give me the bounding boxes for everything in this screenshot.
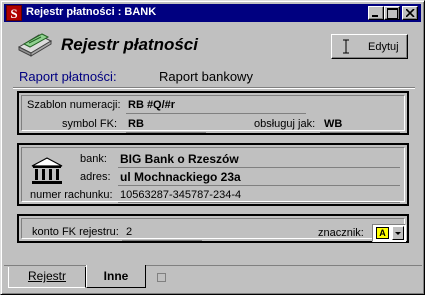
numbering-group: Szablon numeracji: RB #Q/#r symbol FK: R… — [17, 91, 409, 135]
edit-button[interactable]: Edytuj — [331, 34, 408, 59]
fk-symbol-field[interactable]: RB — [128, 118, 144, 130]
tab-inne-label: Inne — [103, 269, 129, 283]
fk-account-field[interactable]: 2 — [126, 226, 132, 238]
marker-select[interactable]: A — [372, 224, 406, 242]
window: S Rejestr płatności : BANK Rejestr płatn… — [0, 0, 425, 295]
fk-account-group: konto FK rejestru: 2 znacznik: A — [17, 214, 409, 243]
edit-button-label: Edytuj — [368, 41, 399, 53]
tab-scroll-icon[interactable] — [157, 273, 166, 282]
handle-as-label: obsługuj jak: — [254, 118, 316, 130]
marker-label: znacznik: — [318, 227, 364, 239]
header: Rejestr płatności Edytuj — [11, 29, 416, 63]
bank-icon — [31, 157, 63, 184]
tab-rejestr[interactable]: Rejestr — [8, 267, 86, 288]
fk-account-label: konto FK rejestru: — [32, 226, 119, 238]
template-label: Szablon numeracji: — [27, 99, 121, 111]
address-field[interactable]: ul Mochnackiego 23a — [120, 170, 241, 184]
handle-as-field[interactable]: WB — [324, 118, 342, 130]
tab-bar: Rejestr Inne — [4, 265, 422, 292]
chevron-down-icon[interactable] — [392, 226, 404, 240]
title-bar[interactable]: S Rejestr płatności : BANK — [4, 4, 421, 22]
divider — [13, 87, 415, 89]
app-icon[interactable]: S — [6, 5, 22, 21]
close-button[interactable] — [402, 6, 418, 20]
tab-inne[interactable]: Inne — [86, 265, 146, 288]
bank-name-field[interactable]: BIG Bank o Rzeszów — [120, 152, 239, 166]
payment-register-icon — [17, 33, 53, 57]
window-title: Rejestr płatności : BANK — [26, 6, 157, 18]
bank-label: bank: — [80, 153, 107, 165]
account-number-label: numer rachunku: — [30, 189, 113, 201]
fk-symbol-label: symbol FK: — [62, 118, 118, 130]
report-value: Raport bankowy — [159, 69, 253, 84]
address-label: adres: — [80, 171, 111, 183]
report-row: Raport płatności: Raport bankowy — [13, 67, 415, 89]
minimize-button[interactable] — [368, 6, 384, 20]
marker-badge: A — [376, 227, 389, 239]
bank-group: bank: BIG Bank o Rzeszów adres: ul Mochn… — [17, 143, 409, 206]
close-icon — [406, 9, 415, 17]
text-cursor-icon — [343, 39, 349, 54]
account-number-field[interactable]: 10563287-345787-234-4 — [120, 189, 241, 201]
page-title: Rejestr płatności — [61, 35, 198, 54]
maximize-button[interactable] — [384, 6, 400, 20]
report-label: Raport płatności: — [19, 69, 117, 84]
tab-rejestr-label: Rejestr — [27, 269, 66, 283]
template-field[interactable]: RB #Q/#r — [128, 99, 175, 111]
